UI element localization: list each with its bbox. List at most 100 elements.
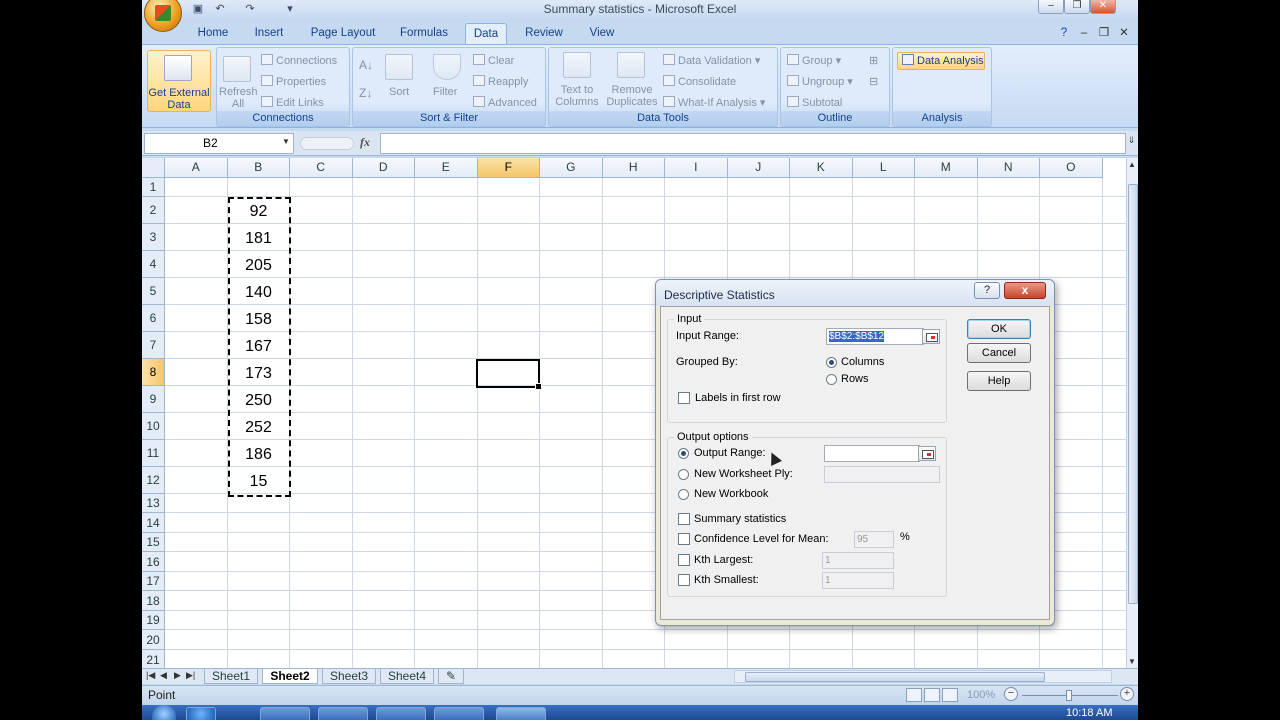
new-worksheet-ply-radio[interactable] (678, 469, 689, 480)
cancel-button[interactable]: Cancel (967, 343, 1031, 363)
output-range-collapse-icon[interactable] (918, 446, 936, 461)
column-header-l[interactable]: L (852, 158, 915, 178)
zoom-level[interactable]: 100% (967, 689, 995, 701)
scroll-down-icon[interactable]: ▼ (1128, 657, 1136, 666)
columns-radio[interactable] (826, 357, 837, 368)
row-header-2[interactable]: 2 (142, 197, 165, 224)
column-header-a[interactable]: A (165, 158, 228, 178)
row-header-16[interactable]: 16 (142, 552, 165, 572)
workbook-close-icon[interactable]: ✕ (1118, 23, 1130, 44)
column-header-g[interactable]: G (540, 158, 603, 178)
active-cell[interactable] (476, 359, 542, 390)
scroll-up-icon[interactable]: ▲ (1128, 160, 1136, 169)
formula-bar-resize-handle[interactable] (300, 137, 354, 150)
kth-smallest-checkbox[interactable] (678, 574, 690, 586)
confidence-level-field[interactable]: 95 (854, 531, 894, 548)
output-range-field[interactable] (824, 445, 920, 462)
horizontal-scroll-thumb[interactable] (745, 672, 1045, 682)
help-icon[interactable]: ? (1056, 23, 1072, 44)
tab-review[interactable]: Review (518, 23, 570, 44)
tab-insert[interactable]: Insert (246, 23, 292, 44)
row-header-14[interactable]: 14 (142, 513, 165, 533)
filter-button[interactable]: Filter (433, 86, 457, 98)
name-box-dropdown-icon[interactable]: ▼ (282, 137, 290, 146)
remove-duplicates-button[interactable]: Remove Duplicates (603, 84, 661, 108)
column-header-h[interactable]: H (602, 158, 665, 178)
close-button[interactable]: ✕ (1090, 0, 1116, 14)
sheet-tab-sheet1[interactable]: Sheet1 (204, 669, 258, 684)
page-layout-view-icon[interactable] (924, 688, 940, 702)
taskbar-item-app[interactable] (376, 707, 426, 720)
row-header-1[interactable]: 1 (142, 178, 165, 197)
refresh-all-button[interactable]: Refresh All (219, 86, 258, 110)
column-header-j[interactable]: J (727, 158, 790, 178)
vertical-scroll-thumb[interactable] (1128, 184, 1138, 604)
column-header-o[interactable]: O (1040, 158, 1103, 178)
column-header-n[interactable]: N (977, 158, 1040, 178)
restore-button[interactable]: ❐ (1064, 0, 1090, 14)
insert-function-icon[interactable]: fx (360, 135, 370, 150)
vertical-scrollbar[interactable]: ▲ ▼ (1126, 158, 1138, 668)
column-header-d[interactable]: D (352, 158, 415, 178)
sort-button[interactable]: Sort (389, 86, 409, 98)
row-header-18[interactable]: 18 (142, 591, 165, 611)
sheet-tab-sheet2[interactable]: Sheet2 (262, 669, 318, 684)
column-header-i[interactable]: I (665, 158, 728, 178)
consolidate-button[interactable]: Consolidate (663, 75, 736, 88)
taskbar-item-powerpoint[interactable] (434, 707, 484, 720)
row-header-17[interactable]: 17 (142, 572, 165, 591)
zoom-slider-thumb[interactable] (1066, 690, 1072, 701)
properties-button[interactable]: Properties (261, 75, 326, 88)
prev-sheet-icon[interactable]: ◀ (160, 670, 167, 681)
kth-largest-field[interactable]: 1 (822, 552, 894, 569)
row-header-8[interactable]: 8 (142, 359, 165, 386)
horizontal-scrollbar[interactable] (734, 670, 1112, 683)
confidence-level-checkbox[interactable] (678, 533, 690, 545)
tab-formulas[interactable]: Formulas (394, 23, 454, 44)
row-header-15[interactable]: 15 (142, 533, 165, 552)
hide-detail-icon[interactable]: ⊟ (869, 75, 878, 88)
zoom-in-icon[interactable]: + (1120, 687, 1134, 701)
next-sheet-icon[interactable]: ▶ (174, 670, 181, 681)
group-button[interactable]: Group ▾ (787, 54, 841, 67)
taskbar-item-firefox[interactable] (318, 707, 368, 720)
row-header-10[interactable]: 10 (142, 413, 165, 440)
dialog-close-icon[interactable]: x (1004, 282, 1046, 299)
column-header-m[interactable]: M (915, 158, 978, 178)
row-header-3[interactable]: 3 (142, 224, 165, 251)
row-header-12[interactable]: 12 (142, 467, 165, 494)
row-header-7[interactable]: 7 (142, 332, 165, 359)
kth-largest-checkbox[interactable] (678, 554, 690, 566)
row-header-19[interactable]: 19 (142, 611, 165, 630)
normal-view-icon[interactable] (906, 688, 922, 702)
taskbar-item-explorer[interactable] (260, 707, 310, 720)
ribbon-restore-icon[interactable]: ❐ (1098, 23, 1110, 44)
row-header-20[interactable]: 20 (142, 630, 165, 650)
ie-icon[interactable] (186, 707, 216, 720)
select-all-corner[interactable] (142, 158, 165, 178)
input-range-field[interactable]: $B$2:$B$12 (826, 328, 924, 345)
show-detail-icon[interactable]: ⊞ (869, 54, 878, 67)
subtotal-button[interactable]: Subtotal (787, 96, 842, 109)
name-box[interactable]: B2 (144, 133, 294, 154)
column-header-b[interactable]: B (227, 158, 290, 178)
what-if-analysis-button[interactable]: What-If Analysis ▾ (663, 96, 765, 109)
get-external-data-button[interactable]: Get External Data (147, 50, 211, 112)
row-header-13[interactable]: 13 (142, 494, 165, 513)
column-header-f[interactable]: F (477, 158, 540, 178)
dialog-title-bar[interactable]: Descriptive Statistics ? x (656, 280, 1054, 306)
tab-view[interactable]: View (580, 23, 624, 44)
sheet-tab-sheet3[interactable]: Sheet3 (322, 669, 376, 684)
page-break-view-icon[interactable] (942, 688, 958, 702)
row-header-4[interactable]: 4 (142, 251, 165, 278)
taskbar-item-excel[interactable] (496, 707, 546, 720)
column-header-c[interactable]: C (290, 158, 353, 178)
column-header-k[interactable]: K (790, 158, 853, 178)
sheet-tab-sheet4[interactable]: Sheet4 (380, 669, 434, 684)
row-header-21[interactable]: 21 (142, 650, 165, 668)
clear-button[interactable]: Clear (473, 54, 514, 67)
row-header-5[interactable]: 5 (142, 278, 165, 305)
dialog-help-icon[interactable]: ? (974, 282, 1000, 299)
row-header-6[interactable]: 6 (142, 305, 165, 332)
help-button[interactable]: Help (967, 371, 1031, 391)
